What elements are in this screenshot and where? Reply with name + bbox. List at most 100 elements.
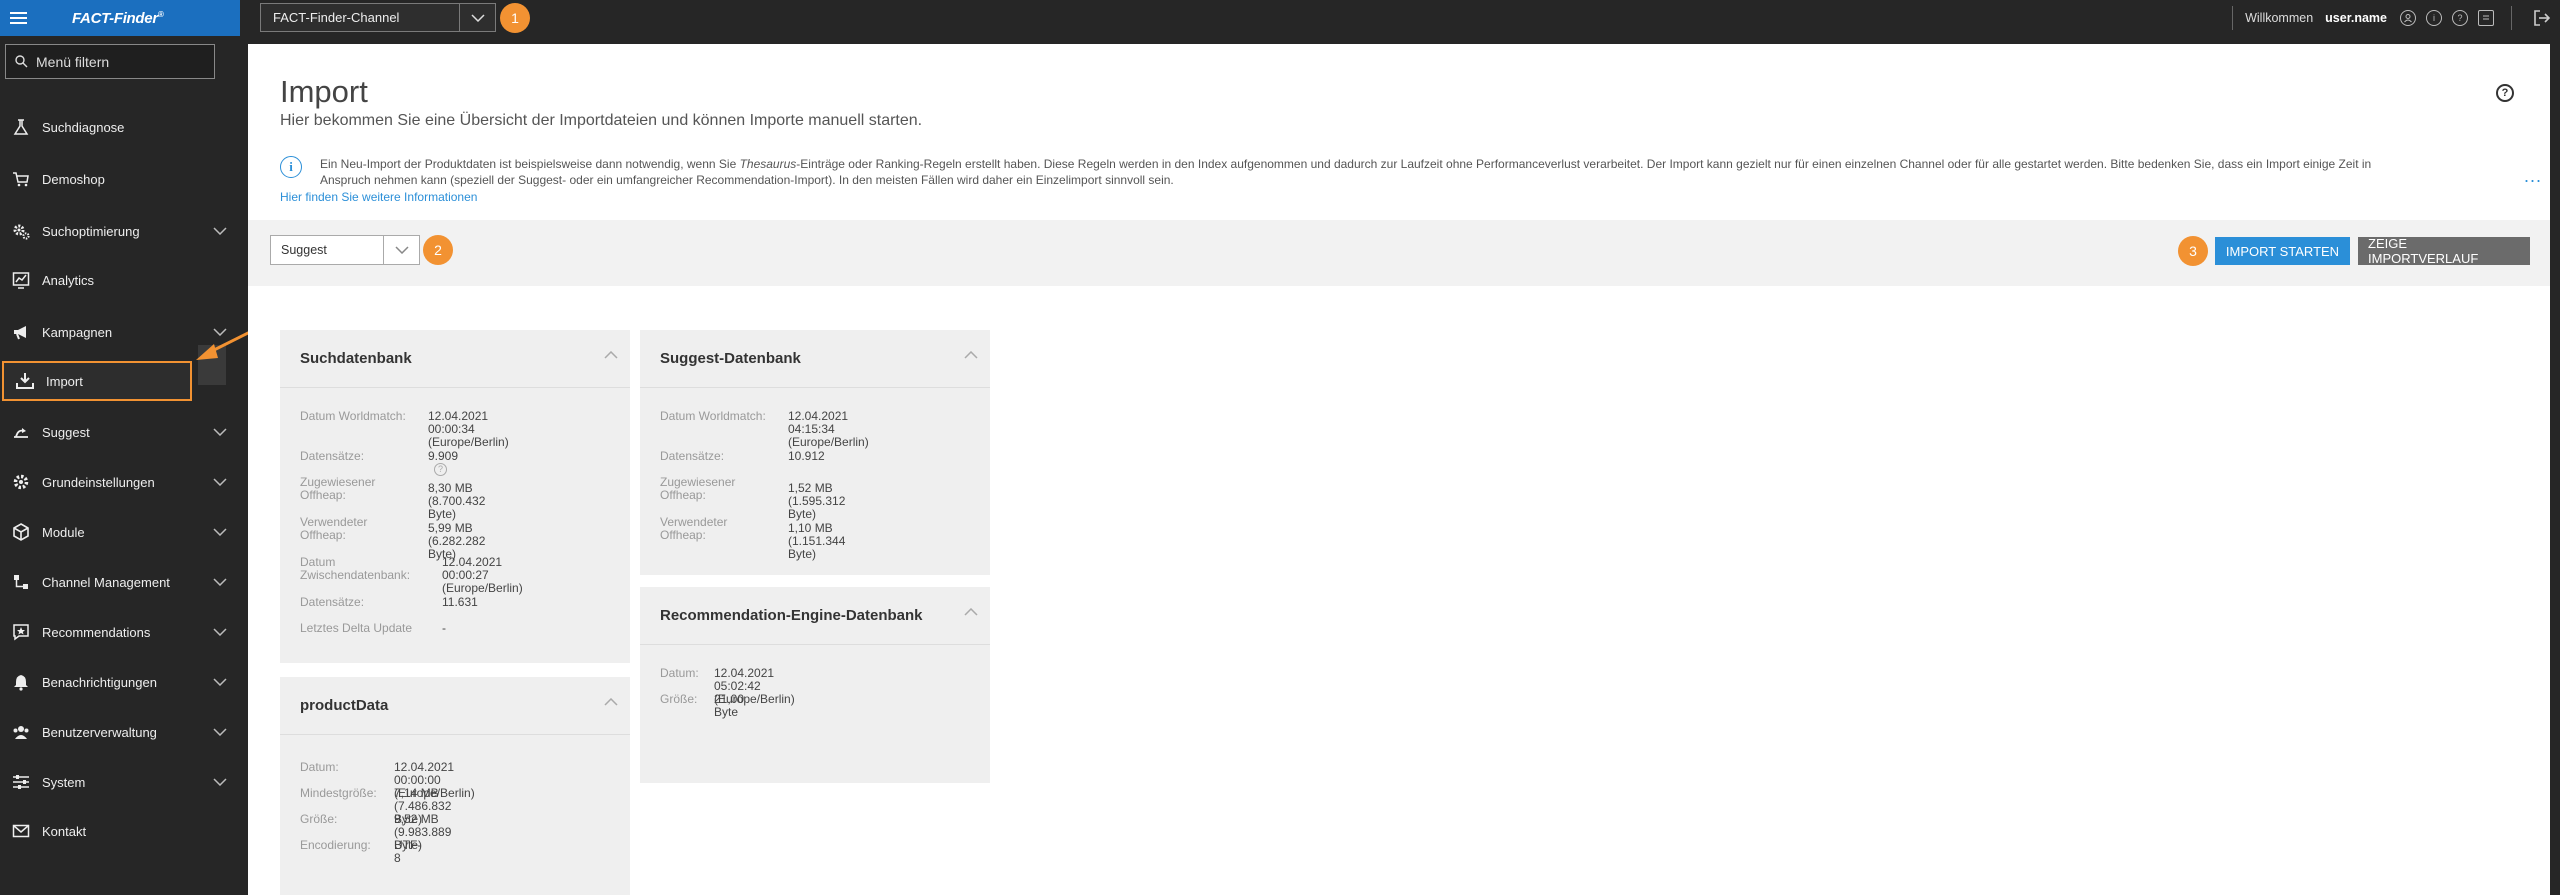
row-key-line1: Datum [300,555,336,569]
sidebar-item-benutzerverwaltung[interactable]: Benutzerverwaltung [0,712,240,752]
channel-select[interactable]: FACT-Finder-Channel [260,3,496,32]
row-key-line1: Zugewiesener [660,475,736,489]
sidebar-item-demoshop[interactable]: Demoshop [0,159,240,199]
card-header[interactable]: Recommendation-Engine-Datenbank [640,587,990,645]
import-type-value: Suggest [281,243,327,257]
sidebar-item-label: Module [42,524,85,540]
chevron-down-icon[interactable] [200,728,240,736]
chevron-down-icon[interactable] [200,678,240,686]
chevron-down-icon[interactable] [200,428,240,436]
sidebar-item-import[interactable]: Import [2,361,192,401]
user-icon[interactable] [2400,10,2416,26]
card-suchdatenbank: Suchdatenbank Datum Worldmatch: 12.04.20… [280,330,630,663]
menu-filter-input[interactable]: Menü filtern [5,44,215,79]
row-value-line1: 9.909 [428,449,459,463]
gear-icon [0,473,42,491]
help-icon[interactable]: ? [2452,10,2468,26]
sidebar-item-recommendations[interactable]: Recommendations [0,612,240,652]
row-value: 1,10 MB (1.151.344 Byte) [788,521,846,561]
sidebar-item-label: Grundeinstellungen [42,474,155,490]
row-key: Datum Zwischendatenbank: [300,556,430,582]
sidebar-item-label: Benutzerverwaltung [42,724,157,740]
divider [2232,6,2234,30]
annotation-badge-1: 1 [500,3,530,33]
import-type-select[interactable]: Suggest [270,235,420,265]
row-value: 12.04.2021 04:15:34 (Europe/Berlin) [788,410,869,449]
cart-icon [0,170,42,188]
row-value-line2: (Europe/Berlin) [428,435,509,449]
card-header[interactable]: Suggest-Datenbank [640,330,990,388]
logout-icon[interactable] [2524,0,2560,36]
chevron-up-icon[interactable] [964,346,978,364]
document-icon[interactable] [2478,10,2494,26]
welcome-text: Willkommen [2245,11,2314,25]
row-value: 8,30 MB (8.700.432 Byte) [428,481,486,521]
suggest-icon [0,423,42,441]
more-icon[interactable]: ... [2524,166,2542,187]
search-icon [6,55,36,68]
chevron-down-icon[interactable] [200,628,240,636]
page-subtitle: Hier bekommen Sie eine Übersicht der Imp… [280,112,923,129]
info-icon[interactable]: i [2426,10,2442,26]
sidebar-item-benachrichtigungen[interactable]: Benachrichtigungen [0,662,240,702]
card-header[interactable]: productData [280,677,630,735]
show-import-history-button[interactable]: ZEIGE IMPORTVERLAUF [2358,236,2530,266]
user-area: Willkommen user.name i ? [2220,0,2560,36]
sidebar-item-label: Kampagnen [42,324,113,340]
row-key-line1: Verwendeter [660,515,728,529]
sidebar-item-grundeinstellungen[interactable]: Grundeinstellungen [0,462,240,502]
page-title: Import [280,74,368,109]
sidebar-item-module[interactable]: Module [0,512,240,552]
sidebar-item-channel-management[interactable]: Channel Management [0,562,240,602]
chevron-down-icon[interactable] [200,528,240,536]
username[interactable]: user.name [2325,11,2387,25]
card-title: Suchdatenbank [300,350,412,367]
sidebar-item-suchdiagnose[interactable]: Suchdiagnose [0,107,240,147]
sidebar-item-suchoptimierung[interactable]: Suchoptimierung [0,211,240,251]
main-content: Import Hier bekommen Sie eine Übersicht … [248,44,2550,895]
row-key: Verwendeter Offheap: [300,516,430,542]
sidebar-item-label: Suggest [42,424,90,440]
chevron-up-icon[interactable] [604,693,618,711]
row-key-line2: Offheap: [660,488,706,502]
chevron-down-icon[interactable] [200,227,240,235]
hamburger-menu-icon[interactable] [0,0,36,36]
sidebar-item-kontakt[interactable]: Kontakt [0,811,240,851]
row-key: Zugewiesener Offheap: [660,476,790,502]
row-key: Datensätze: [660,449,725,463]
brand-area: FACT-Finder® [0,0,240,36]
sidebar-item-label: Import [46,373,83,389]
card-recommendation-engine: Recommendation-Engine-Datenbank Datum: 1… [640,587,990,783]
row-value: 1,52 MB (1.595.312 Byte) [788,481,846,521]
card-title: Suggest-Datenbank [660,350,801,367]
row-key: Datum Worldmatch: [660,409,766,423]
more-info-link[interactable]: Hier finden Sie weitere Informationen [280,190,477,204]
chevron-down-icon[interactable] [383,236,419,264]
row-value-line1: 12.04.2021 00:00:27 [442,555,503,582]
sliders-icon [0,773,42,791]
chevron-down-icon[interactable] [459,4,495,31]
question-icon[interactable]: ? [2496,84,2514,102]
row-value-line2: (Europe/Berlin) [442,581,523,595]
row-value-line2: (Europe/Berlin) [788,435,869,449]
row-key-line2: Offheap: [660,528,706,542]
start-import-button[interactable]: IMPORT STARTEN [2215,237,2350,265]
chevron-down-icon[interactable] [200,478,240,486]
row-key-line2: Offheap: [300,488,346,502]
info-icon: i [280,156,302,178]
chevron-up-icon[interactable] [964,603,978,621]
sidebar-item-system[interactable]: System [0,762,240,802]
chevron-down-icon[interactable] [200,778,240,786]
info-text-part: -Einträge oder Ranking-Regeln erstellt h… [796,157,2372,171]
card-title: Recommendation-Engine-Datenbank [660,607,923,624]
card-header[interactable]: Suchdatenbank [280,330,630,388]
row-value: - [442,621,446,635]
sidebar-item-suggest[interactable]: Suggest [0,412,240,452]
row-key: Datensätze: [300,449,365,463]
question-icon[interactable]: ? [434,463,447,477]
row-key: Letztes Delta Update [300,621,413,635]
chevron-down-icon[interactable] [200,578,240,586]
row-key-line2: Offheap: [300,528,346,542]
sidebar-item-label: Suchoptimierung [42,223,140,239]
chevron-up-icon[interactable] [604,346,618,364]
